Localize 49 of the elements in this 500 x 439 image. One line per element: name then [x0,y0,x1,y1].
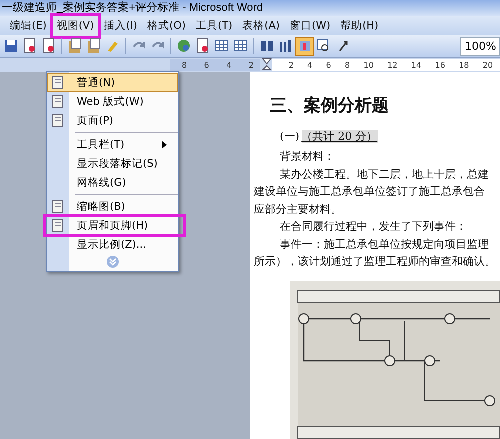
ruler-number: 10 [364,60,374,70]
menu-item[interactable]: 页面(P) [47,111,178,130]
ruler-number: 4 [308,60,313,70]
menu-item[interactable]: 页眉和页脚(H) [45,216,184,235]
ruler-number: 18 [459,60,470,70]
section-heading: 三、案例分析题 [270,95,390,117]
ruler-number: 20 [482,60,494,70]
paragraph-line: 应部分主要材料。 [254,202,343,218]
menu-item[interactable]: 格式(O) [144,16,190,36]
submenu-arrow-icon [162,141,168,149]
menu-item[interactable]: 帮助(H) [336,16,383,36]
page-icon [51,76,65,90]
menu-item[interactable]: 窗口(W) [286,16,335,36]
ruler-number: 16 [435,60,446,70]
page-icon [51,114,65,128]
ruler-number: 8 [182,60,188,70]
ruler-number: 14 [411,60,422,70]
paragraph-line: 背景材料： [279,149,336,165]
menu-item[interactable]: 显示比例(Z)... [47,235,178,254]
menu-item[interactable]: Web 版式(W) [47,92,178,111]
page-icon [51,218,65,232]
menu-item[interactable]: 缩略图(B) [47,197,178,216]
paragraph-line: 在合同履行过程中，发生了下列事件： [279,219,468,235]
paragraph-line: 建设单位与施工总承包单位签订了施工总承包合 [254,184,486,200]
menu-item[interactable]: 编辑(E) [6,16,51,36]
ruler-number: 12 [388,60,398,70]
ruler-number: 2 [248,60,254,70]
ruler-number: 6 [204,60,210,70]
menu-item[interactable]: 视图(V) [52,16,98,36]
points-note: （共计 20 分） [302,130,378,143]
ruler-number: 6 [326,60,332,70]
menu-item[interactable]: 普通(N) [47,73,178,92]
paragraph-line: 事件一：施工总承包单位按规定向项目监理 [279,236,490,252]
menu-item[interactable]: 工具栏(T) [47,135,178,154]
page-icon [51,94,65,108]
page-icon [51,200,65,214]
paragraph-line: 所示），该计划通过了监理工程师的审查和确认。 [254,254,497,270]
question-number: (一) [280,130,300,143]
menu-item[interactable]: 显示段落标记(S) [47,154,178,173]
menu-item[interactable]: 网格线(G) [47,173,178,192]
menu-item[interactable]: 插入(I) [100,16,142,36]
zoom-field[interactable]: 100% [460,36,500,56]
menu-item[interactable]: 工具(T) [192,16,237,36]
ruler-number: 4 [226,60,232,70]
ruler-number: 8 [345,60,350,70]
ruler-number: 2 [288,60,294,70]
menu-item[interactable]: 表格(A) [238,16,284,36]
window-title: 一级建造师_案例实务答案+评分标准 - Microsoft Word [1,0,264,16]
paragraph-line: 某办公楼工程。地下二层，地上十层，总建 [279,166,490,182]
